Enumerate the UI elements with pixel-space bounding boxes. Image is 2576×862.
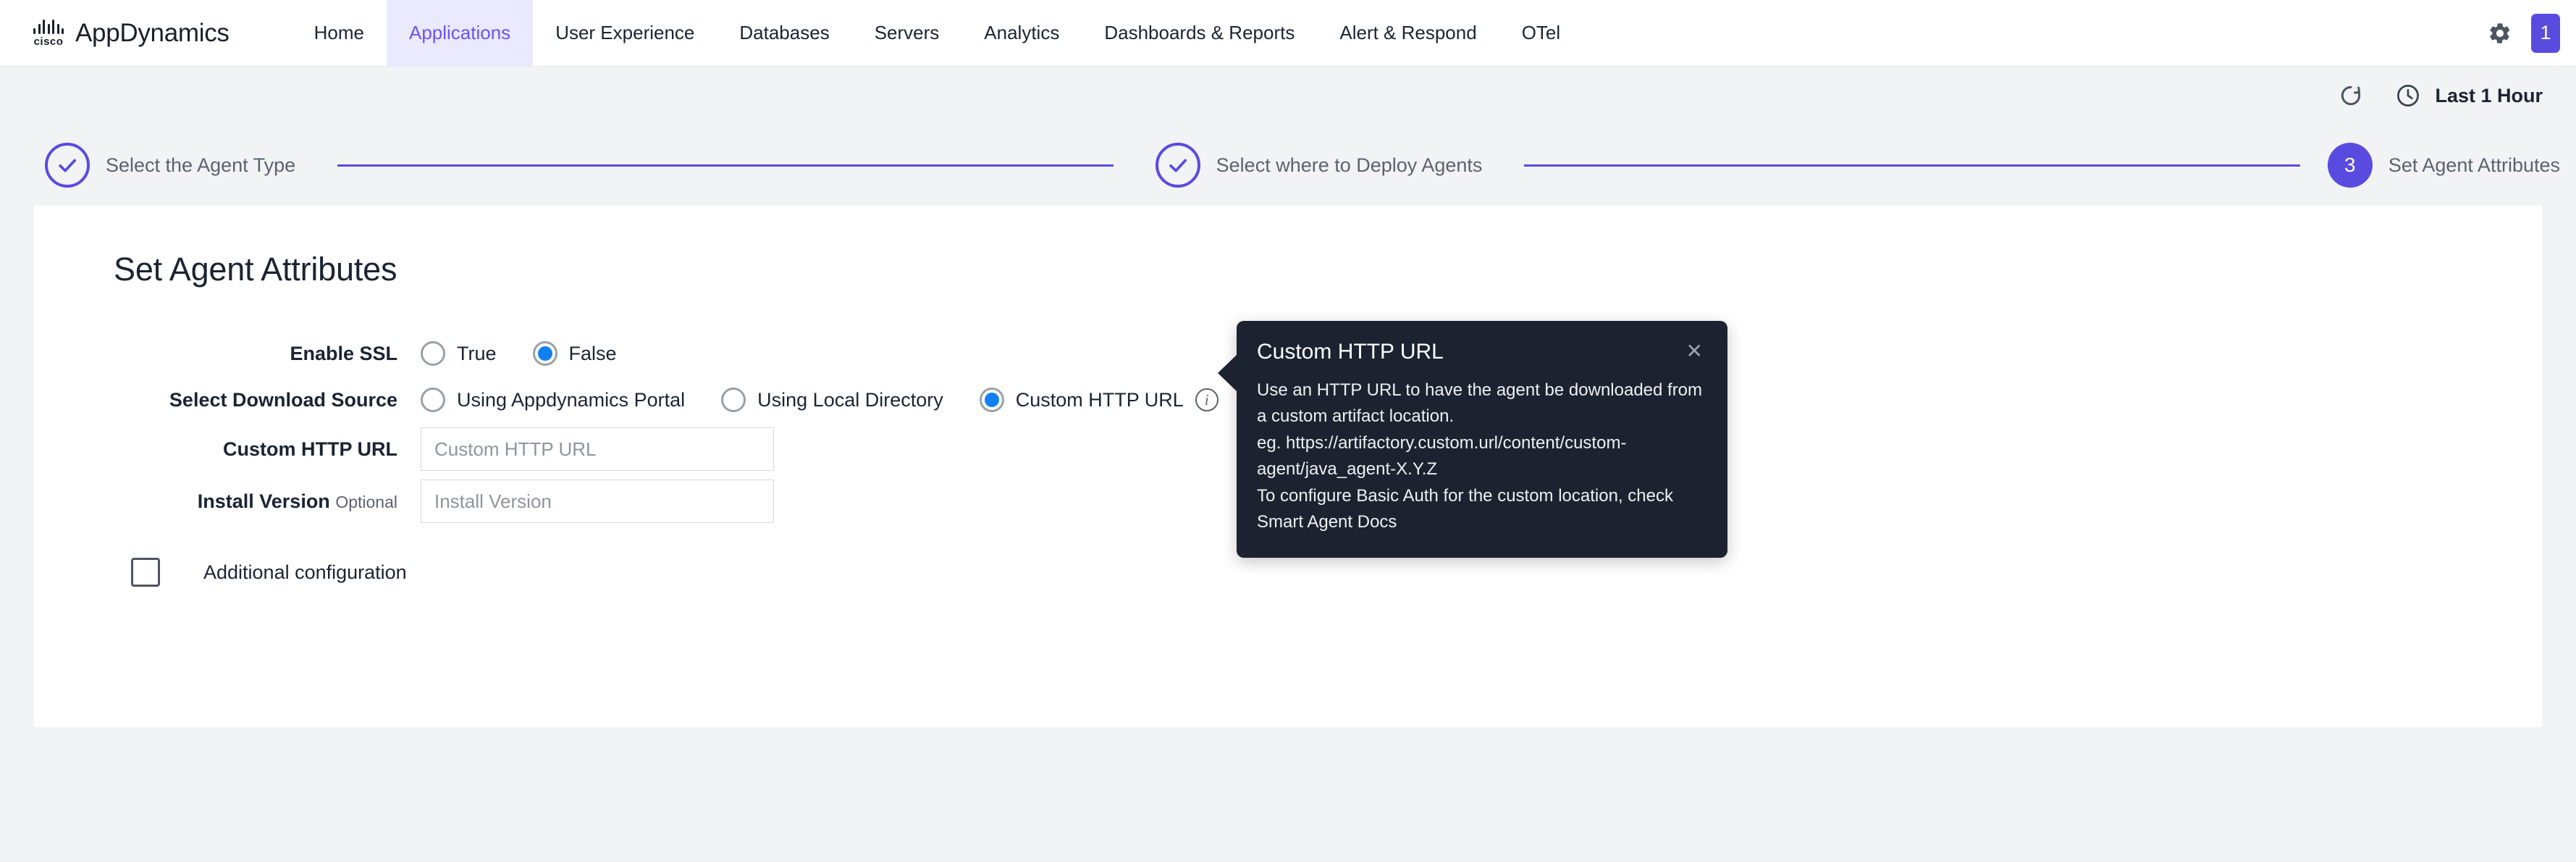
radio-using-appdynamics-portal[interactable]: Using Appdynamics Portal [421,388,685,412]
nav-item-databases[interactable]: Databases [717,0,851,66]
agent-attributes-form: Enable SSL True False Select Download So… [34,321,2542,587]
radio-label-appdynamics-portal: Using Appdynamics Portal [457,388,686,411]
step-1-label: Select the Agent Type [106,154,296,176]
install-version-label: Install Version Optional [34,490,421,513]
nav-item-user-experience[interactable]: User Experience [533,0,717,66]
time-range-label: Last 1 Hour [2435,84,2543,106]
install-version-input[interactable] [421,480,774,523]
info-icon[interactable]: i [1195,388,1218,411]
step-2-label: Select where to Deploy Agents [1216,154,1483,176]
radio-circle-local-directory[interactable] [721,388,746,412]
nav-item-alert-respond[interactable]: Alert & Respond [1317,0,1499,66]
row-additional-configuration: Additional configuration [34,558,2542,587]
download-source-radio-group: Using Appdynamics Portal Using Local Dir… [421,388,1218,412]
tooltip-line-1: Use an HTTP URL to have the agent be dow… [1257,380,1703,427]
step-3-label: Set Agent Attributes [2388,154,2560,176]
cisco-logo-icon: cisco [33,19,64,48]
radio-label-local-directory: Using Local Directory [757,388,943,411]
step-select-deploy-location[interactable]: Select where to Deploy Agents [1155,143,1483,188]
additional-configuration-label: Additional configuration [203,561,407,583]
radio-circle-true[interactable] [421,341,445,366]
step-3-number: 3 [2327,143,2373,188]
tooltip-line-3: To configure Basic Auth for the custom l… [1257,485,1673,532]
additional-configuration-checkbox[interactable] [131,558,160,587]
top-navigation-bar: cisco AppDynamics Home Applications User… [0,0,2576,67]
user-badge[interactable]: 1 [2531,13,2560,53]
tooltip-title: Custom HTTP URL [1257,340,1444,364]
radio-circle-appdynamics-portal[interactable] [421,388,445,412]
radio-label-custom-http-url: Custom HTTP URL [1015,388,1184,411]
cisco-bars-icon [33,19,64,34]
step-set-agent-attributes[interactable]: 3 Set Agent Attributes [2327,143,2560,188]
clock-icon [2397,85,2420,106]
step-connector-1 [337,164,1114,167]
nav-item-home[interactable]: Home [292,0,387,66]
time-range-selector[interactable]: Last 1 Hour [2394,82,2543,109]
wizard-stepper: Select the Agent Type Select where to De… [0,125,2576,206]
radio-circle-custom-http-url[interactable] [979,388,1004,412]
step-select-agent-type[interactable]: Select the Agent Type [45,143,295,188]
tooltip-header: Custom HTTP URL ✕ [1257,340,1706,364]
nav-item-otel[interactable]: OTel [1499,0,1583,66]
custom-http-url-control [421,427,774,471]
nav-item-analytics[interactable]: Analytics [961,0,1082,66]
install-version-label-text: Install Version [197,490,330,512]
tooltip-arrow [1218,354,1237,392]
download-source-label: Select Download Source [169,388,397,411]
tooltip-body: Use an HTTP URL to have the agent be dow… [1257,377,1706,536]
step-connector-2 [1524,164,2300,167]
radio-enable-ssl-false[interactable]: False [532,341,617,366]
nav-item-applications[interactable]: Applications [386,0,534,66]
custom-http-url-input[interactable] [421,427,774,471]
radio-label-true: True [457,342,497,364]
radio-enable-ssl-true[interactable]: True [421,341,497,366]
step-1-check-icon [45,143,90,188]
set-agent-attributes-card: Set Agent Attributes Enable SSL True Fal… [34,206,2542,727]
radio-circle-false[interactable] [532,341,557,366]
nav-right-actions: 1 [2488,0,2576,66]
nav-items: Home Applications User Experience Databa… [292,0,1583,66]
product-name: AppDynamics [75,18,230,47]
cisco-wordmark: cisco [33,35,64,48]
custom-http-url-tooltip: Custom HTTP URL ✕ Use an HTTP URL to hav… [1218,321,1727,558]
radio-custom-http-url[interactable]: Custom HTTP URL [979,388,1184,412]
install-version-control [421,480,774,523]
nav-item-servers[interactable]: Servers [852,0,962,66]
enable-ssl-label: Enable SSL [290,342,397,364]
page-title: Set Agent Attributes [114,251,397,288]
custom-http-url-label: Custom HTTP URL [223,438,397,460]
radio-using-local-directory[interactable]: Using Local Directory [721,388,943,412]
step-2-check-icon [1155,143,1200,188]
close-icon[interactable]: ✕ [1683,340,1706,363]
gear-icon[interactable] [2488,21,2512,46]
tooltip-line-2: eg. https://artifactory.custom.url/conte… [1257,432,1627,480]
time-range-bar: Last 1 Hour [0,67,2576,125]
radio-label-false: False [568,342,617,364]
install-version-optional-tag: Optional [335,492,397,511]
enable-ssl-radio-group: True False [421,341,653,366]
brand-logo[interactable]: cisco AppDynamics [0,0,251,66]
refresh-icon[interactable] [2336,81,2365,110]
nav-item-dashboards-reports[interactable]: Dashboards & Reports [1082,0,1317,66]
